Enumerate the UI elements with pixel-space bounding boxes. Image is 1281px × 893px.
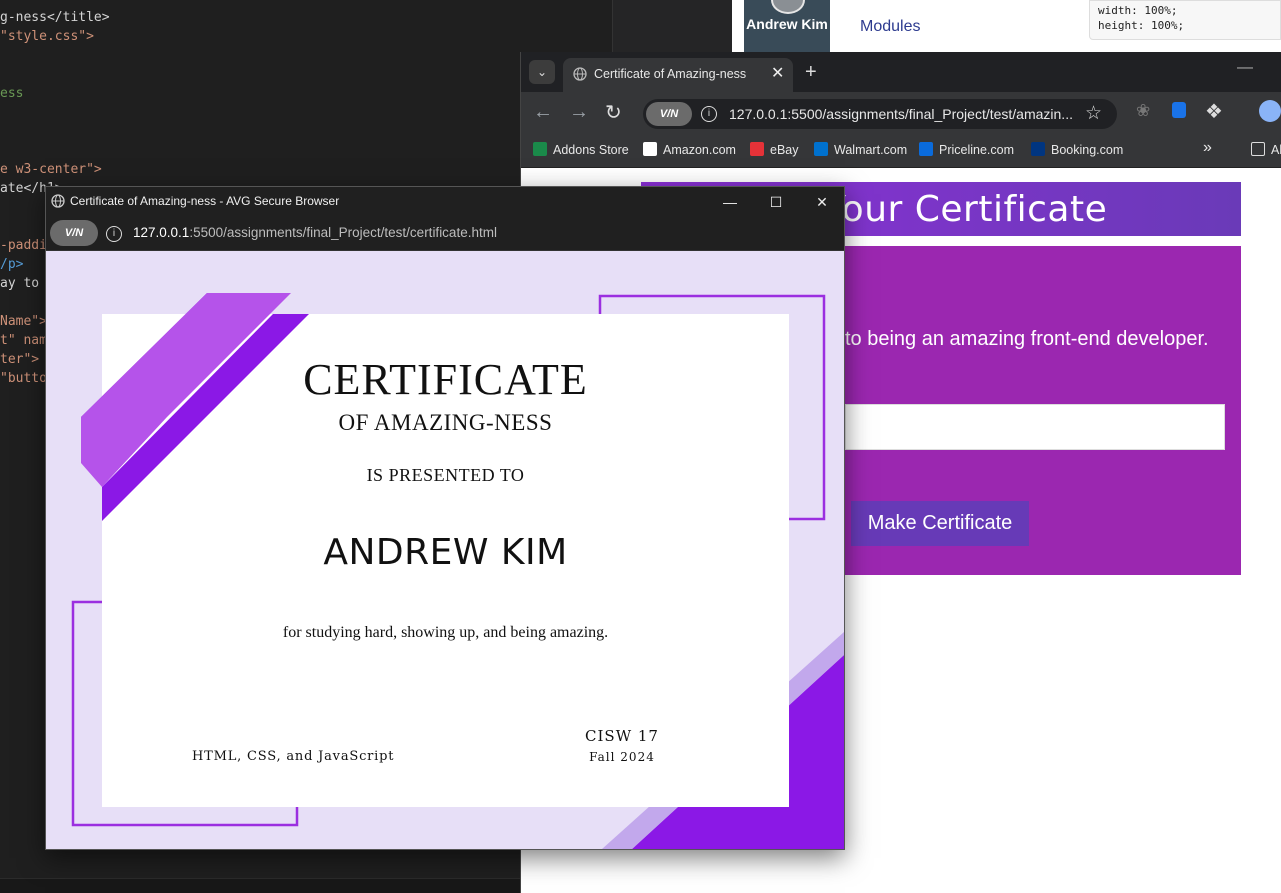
- title-bar[interactable]: Certificate of Amazing-ness - AVG Secure…: [46, 187, 844, 216]
- close-icon[interactable]: ✕: [771, 63, 784, 83]
- code-line: e w3-center">: [0, 162, 102, 177]
- bookmark-favicon-icon: [919, 142, 933, 156]
- name-input[interactable]: [845, 404, 1225, 450]
- back-arrow-icon[interactable]: ←: [533, 101, 553, 124]
- tab-bar: ⌄ Certificate of Amazing-ness ✕ + —: [521, 52, 1281, 92]
- maximize-button[interactable]: ☐: [753, 190, 799, 214]
- tab-title: Certificate of Amazing-ness: [594, 67, 747, 81]
- code-line: -paddi: [0, 238, 47, 253]
- bookmark-item[interactable]: Amazon.com: [643, 142, 736, 157]
- editor-status-bar: [0, 878, 520, 893]
- bookmark-label: Walmart.com: [834, 143, 908, 157]
- vpn-badge[interactable]: V/N: [646, 102, 692, 126]
- close-button[interactable]: ✕: [799, 190, 845, 214]
- code-line: /p>: [0, 257, 24, 272]
- bookmark-item[interactable]: Booking.com: [1031, 142, 1123, 157]
- certificate-page: CERTIFICATE OF AMAZING-NESS IS PRESENTED…: [46, 251, 844, 849]
- course-code: CISW 17: [585, 727, 659, 745]
- window-title: Certificate of Amazing-ness - AVG Secure…: [70, 194, 340, 208]
- bookmark-item[interactable]: Priceline.com: [919, 142, 1014, 157]
- top-left-ribbon: [81, 293, 309, 521]
- bookmark-favicon-icon: [750, 142, 764, 156]
- tab-search-button[interactable]: ⌄: [529, 60, 555, 84]
- all-bookmarks-label: Al: [1271, 143, 1281, 157]
- bookmark-label: Priceline.com: [939, 143, 1015, 157]
- all-bookmarks-button[interactable]: Al: [1251, 142, 1281, 157]
- info-icon[interactable]: i: [701, 106, 717, 122]
- info-icon[interactable]: i: [106, 226, 122, 242]
- code-line: Name">: [0, 314, 47, 329]
- code-line: "style.css">: [0, 29, 94, 44]
- certificate-topics: HTML, CSS, and JavaScript: [192, 749, 395, 764]
- password-manager-icon[interactable]: [1172, 102, 1186, 118]
- course-term: Fall 2024: [589, 750, 655, 764]
- bookmark-label: Addons Store: [553, 143, 629, 157]
- tab-certificate[interactable]: Certificate of Amazing-ness ✕: [563, 58, 793, 92]
- code-snippet: width: 100%; height: 100%;: [1089, 0, 1281, 40]
- bookmark-item[interactable]: eBay: [750, 142, 799, 157]
- bookmark-item[interactable]: Walmart.com: [814, 142, 907, 157]
- form-description: to being an amazing front-end developer.: [845, 328, 1209, 350]
- bookmark-label: Booking.com: [1051, 143, 1124, 157]
- bookmark-label: eBay: [770, 143, 799, 157]
- minimize-button[interactable]: —: [1237, 59, 1253, 77]
- url-host: 127.0.0.1: [133, 225, 190, 240]
- editor-minimap: [612, 0, 732, 60]
- code-line: "butto: [0, 371, 47, 386]
- address-bar[interactable]: V/N i 127.0.0.1:5500/assignments/final_P…: [643, 99, 1117, 129]
- url-path: :5500/assignments/final_Project/test/cer…: [189, 225, 497, 240]
- code-line: ess: [0, 86, 24, 101]
- bookmark-label: Amazon.com: [663, 143, 736, 157]
- browser-toolbar: ← → ↻ V/N i 127.0.0.1:5500/assignments/f…: [521, 92, 1281, 134]
- bookmark-favicon-icon: [533, 142, 547, 156]
- puzzle-icon[interactable]: ❖: [1205, 99, 1223, 124]
- globe-icon: [573, 67, 587, 81]
- bookmark-favicon-icon: [814, 142, 828, 156]
- url-text[interactable]: 127.0.0.1:5500/assignments/final_Project…: [729, 106, 1073, 122]
- bookmarks-overflow-button[interactable]: »: [1203, 139, 1212, 157]
- certificate-reason: for studying hard, showing up, and being…: [282, 624, 609, 641]
- modules-link[interactable]: Modules: [860, 18, 920, 36]
- profile-icon[interactable]: [1259, 100, 1281, 122]
- url-text[interactable]: 127.0.0.1:5500/assignments/final_Project…: [133, 225, 497, 240]
- minimize-button[interactable]: —: [707, 190, 753, 214]
- code-line: t" nam: [0, 333, 47, 348]
- bookmark-favicon-icon: [1031, 142, 1045, 156]
- star-icon[interactable]: ☆: [1085, 102, 1102, 125]
- folder-icon: [1251, 142, 1265, 156]
- reload-icon[interactable]: ↻: [605, 100, 622, 125]
- account-name[interactable]: Andrew Kim: [744, 16, 830, 32]
- bookmark-item[interactable]: Addons Store: [533, 142, 629, 157]
- code-line: ter">: [0, 352, 40, 367]
- make-certificate-button[interactable]: Make Certificate: [851, 501, 1029, 546]
- code-line: ay to: [0, 276, 40, 291]
- extension-icon[interactable]: ❀: [1136, 101, 1150, 121]
- code-line: g-ness</title>: [0, 10, 110, 25]
- new-tab-button[interactable]: +: [805, 61, 817, 84]
- certificate-popup-window: Certificate of Amazing-ness - AVG Secure…: [45, 186, 845, 850]
- forward-arrow-icon[interactable]: →: [569, 101, 589, 124]
- bookmark-favicon-icon: [643, 142, 657, 156]
- address-bar[interactable]: V/N i 127.0.0.1:5500/assignments/final_P…: [46, 216, 844, 251]
- bookmarks-bar: Addons Store Amazon.com eBay Walmart.com Pri…: [521, 134, 1281, 168]
- globe-icon: [51, 194, 65, 208]
- vpn-badge[interactable]: V/N: [50, 220, 98, 246]
